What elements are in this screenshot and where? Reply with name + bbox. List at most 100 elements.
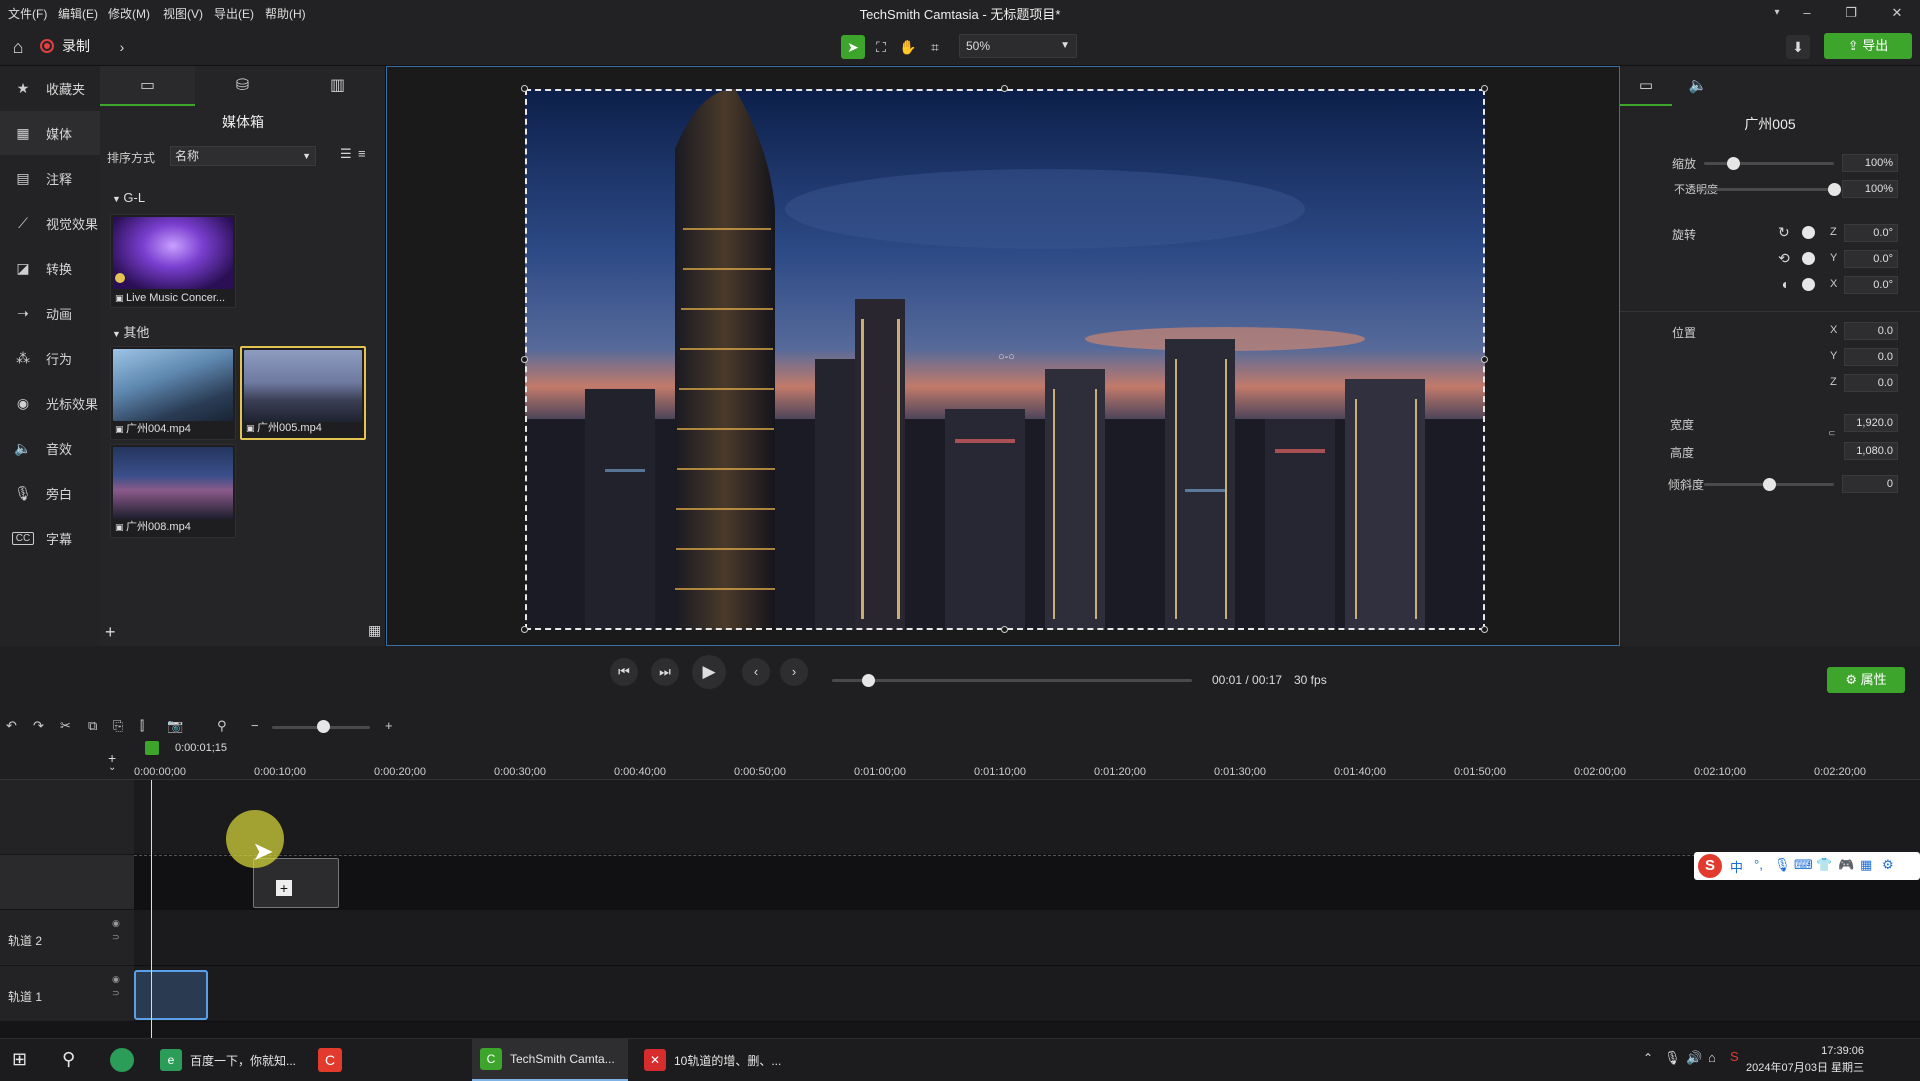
nav-item-animations[interactable]: ➝ 动画 [0, 291, 100, 335]
camera-icon[interactable]: 📷 [167, 718, 183, 734]
close-button[interactable]: ✕ [1880, 2, 1914, 24]
search-icon[interactable]: ⚲ [217, 718, 227, 734]
menu-modify[interactable]: 修改(M) [108, 5, 150, 22]
group-header-gl[interactable]: ▼ G-L [112, 190, 145, 205]
track-head-2[interactable]: 轨道 2 ◉ ⊃ [0, 910, 134, 966]
group-header-other[interactable]: ▼ 其他 [112, 322, 149, 341]
resize-handle[interactable] [1481, 85, 1488, 92]
media-item-gz008[interactable]: ▣ 广州008.mp4 [110, 444, 236, 538]
skin-icon[interactable]: 👕 [1816, 857, 1832, 873]
resize-handle[interactable] [521, 356, 528, 363]
track-area-1[interactable] [134, 966, 1920, 1022]
nav-item-favorites[interactable]: ★ 收藏夹 [0, 66, 100, 110]
nav-item-visual-effects[interactable]: ⟋ 视觉效果 [0, 201, 100, 245]
taskbar-app-wps[interactable]: ✕ 10轨道的增、删、... [636, 1039, 786, 1081]
position-x-input[interactable]: 0.0 [1844, 322, 1898, 340]
transform-tool-icon[interactable]: ⛶ [869, 35, 893, 59]
volume-icon[interactable]: 🔊 [1686, 1050, 1702, 1066]
clip-gz005[interactable] [134, 970, 208, 1020]
chevron-right-icon[interactable]: › [110, 35, 134, 59]
nav-item-media[interactable]: ▦ 媒体 [0, 111, 100, 155]
scale-slider-knob[interactable] [1726, 157, 1740, 170]
height-input[interactable]: 1,080.0 [1844, 442, 1898, 460]
lock-icon[interactable]: ⊃ [112, 932, 120, 943]
scale-slider[interactable] [1704, 162, 1834, 165]
opacity-slider-knob[interactable] [1828, 183, 1841, 196]
skew-input[interactable]: 0 [1842, 475, 1898, 493]
grid-view-icon[interactable]: ▦ [368, 622, 381, 639]
search-icon[interactable]: ⚲ [62, 1049, 75, 1070]
nav-item-audio-effects[interactable]: 🔈 音效 [0, 426, 100, 470]
rotation-y-dial[interactable] [1802, 252, 1815, 265]
ime-language[interactable]: 中 [1730, 857, 1743, 876]
rotation-z-input[interactable]: 0.0° [1844, 224, 1898, 242]
resize-handle[interactable] [1481, 356, 1488, 363]
tab-media-bin[interactable]: ▭ [100, 66, 195, 106]
menu-file[interactable]: 文件(F) [8, 5, 47, 22]
tab-audio-properties[interactable]: 🔈 [1672, 66, 1724, 106]
track-head-1[interactable]: 轨道 1 ◉ ⊃ [0, 966, 134, 1022]
home-icon[interactable]: ⌂ [6, 35, 30, 59]
settings-icon[interactable]: ⚙ [1882, 857, 1894, 873]
resize-handle[interactable] [1001, 626, 1008, 633]
width-input[interactable]: 1,920.0 [1844, 414, 1898, 432]
ime-toolbar[interactable]: S 中 °, 🎙 ⌨ 👕 🎮 ▦ ⚙ [1694, 852, 1920, 880]
add-media-icon[interactable]: + [105, 622, 116, 643]
timeline-zoom-knob[interactable] [317, 720, 330, 733]
media-item-gz005[interactable]: ▣ 广州005.mp4 [240, 346, 366, 440]
split-icon[interactable]: ⫿ [140, 718, 144, 734]
windows-start-icon[interactable]: ⊞ [12, 1049, 27, 1070]
nav-item-annotations[interactable]: ▤ 注释 [0, 156, 100, 200]
resize-handle[interactable] [521, 85, 528, 92]
tray-chevron-icon[interactable]: ⌃ [1643, 1051, 1653, 1065]
redo-icon[interactable]: ↷ [33, 718, 44, 734]
microphone-icon[interactable]: 🎙 [1774, 857, 1791, 873]
copy-icon[interactable]: ⧉ [88, 718, 97, 734]
menu-edit[interactable]: 编辑(E) [58, 5, 98, 22]
menu-help[interactable]: 帮助(H) [265, 5, 306, 22]
track-area-2[interactable] [134, 910, 1920, 966]
step-forward-icon[interactable]: ⏭ [651, 658, 679, 686]
properties-button[interactable]: ⚙ 属性 [1827, 667, 1905, 693]
track-area-empty[interactable] [134, 780, 1920, 855]
lock-icon[interactable]: ⊃ [112, 988, 120, 999]
nav-item-captions[interactable]: CC 字幕 [0, 516, 100, 560]
chevron-down-icon[interactable]: ▾ [1760, 2, 1794, 24]
media-item-gz004[interactable]: ▣ 广州004.mp4 [110, 346, 236, 440]
step-back-icon[interactable]: ⏮ [610, 658, 638, 686]
timeline-ruler[interactable]: + ⌄ 0:00:01;15 0:00:00;00 0:00:10;00 0:00:… [0, 740, 1920, 780]
scale-input[interactable]: 100% [1842, 154, 1898, 172]
edge-dev-icon[interactable] [110, 1048, 134, 1072]
zoom-out-icon[interactable]: − [251, 718, 259, 733]
cut-icon[interactable]: ✂ [60, 718, 71, 734]
tab-shelf[interactable]: ▥ [290, 66, 385, 106]
rotation-y-input[interactable]: 0.0° [1844, 250, 1898, 268]
resize-handle[interactable] [1481, 626, 1488, 633]
sort-descending-icon[interactable]: ≡ [358, 146, 366, 161]
network-icon[interactable]: ⌂ [1708, 1050, 1716, 1065]
canvas-preview[interactable]: ○-○ [386, 66, 1620, 646]
keyboard-icon[interactable]: ⌨ [1794, 857, 1813, 873]
menu-export[interactable]: 导出(E) [214, 5, 254, 22]
nav-item-cursor-effects[interactable]: ◉ 光标效果 [0, 381, 100, 425]
crop-icon[interactable]: ⌗ [923, 35, 947, 59]
tab-library[interactable]: ⛁ [195, 66, 290, 106]
pan-hand-icon[interactable]: ✋ [896, 35, 920, 59]
toolbox-icon[interactable]: ▦ [1860, 857, 1872, 873]
resize-handle[interactable] [1001, 85, 1008, 92]
opacity-input[interactable]: 100% [1842, 180, 1898, 198]
nav-item-voice-narration[interactable]: 🎙 旁白 [0, 471, 100, 515]
minimize-button[interactable]: – [1790, 2, 1824, 24]
sort-select[interactable]: 名称 ▼ [170, 146, 316, 166]
paste-icon[interactable]: ⎘ [113, 718, 123, 734]
rotation-z-dial[interactable] [1802, 226, 1815, 239]
link-dimensions-icon[interactable]: ⊂ [1828, 428, 1836, 439]
skew-slider-knob[interactable] [1763, 478, 1776, 491]
next-icon[interactable]: › [780, 658, 808, 686]
microphone-icon[interactable]: 🎙 [1664, 1050, 1681, 1066]
chevron-down-icon[interactable]: ⌄ [108, 762, 116, 773]
camtasia-recorder-icon[interactable]: C [318, 1048, 342, 1072]
opacity-slider[interactable] [1704, 188, 1834, 191]
undo-icon[interactable]: ↶ [6, 718, 17, 734]
position-y-input[interactable]: 0.0 [1844, 348, 1898, 366]
